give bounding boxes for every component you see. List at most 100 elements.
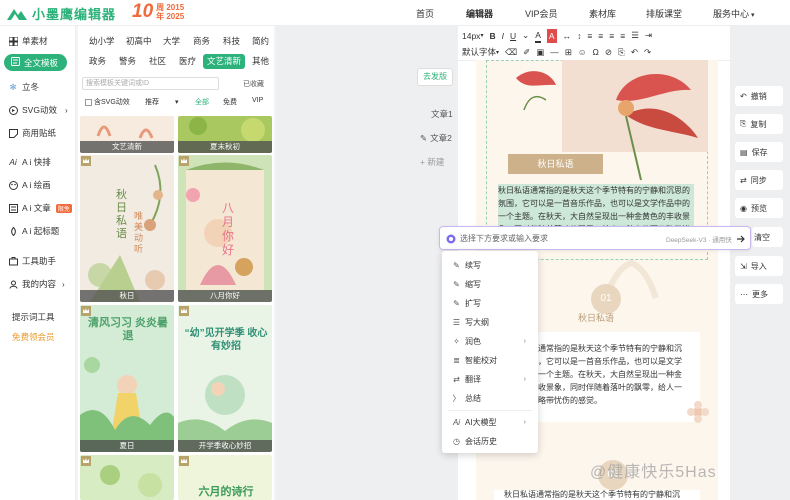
- nav-service[interactable]: 服务中心 ▾: [713, 7, 755, 20]
- sidebar-item-template[interactable]: 全文模板: [4, 54, 67, 71]
- menu-item-translate[interactable]: ⇄ 翻译 ›: [452, 374, 532, 385]
- import-button[interactable]: ⇲ 导入: [735, 256, 783, 276]
- paragraph-line[interactable]: 秋日私语通常指的是秋天这个季节特有的宁静和沉: [504, 488, 704, 500]
- category-tab[interactable]: 警务: [115, 54, 140, 69]
- align-center-icon[interactable]: ≡: [598, 29, 603, 43]
- redo-icon[interactable]: ↷: [644, 45, 651, 59]
- emoji-icon[interactable]: ☺: [578, 45, 587, 59]
- save-button[interactable]: ▤ 保存: [735, 142, 783, 162]
- ai-model-label[interactable]: DeepSeek-V3 · 通用快: [666, 234, 732, 244]
- template-search-input[interactable]: 搜索模板关键词或ID: [82, 77, 219, 90]
- paragraph-line[interactable]: 收景象，同时伴随着落叶的飘零，给人一: [538, 381, 696, 394]
- nav-library[interactable]: 素材库: [589, 7, 616, 20]
- sidebar-item-svg[interactable]: SVG动效 ›: [8, 103, 68, 117]
- image-icon[interactable]: ▣: [536, 45, 544, 59]
- copy-button[interactable]: ⎘ 复制: [735, 114, 783, 134]
- sidebar-item-ai-paint[interactable]: A i 绘画: [8, 178, 51, 192]
- menu-item-expand[interactable]: ✎ 扩写: [452, 298, 532, 309]
- sidebar-item-ai-layout[interactable]: Ai A i 快排: [8, 155, 51, 169]
- divider-icon[interactable]: —: [550, 45, 559, 59]
- paragraph-line[interactable]: 一个主题。在秋天，大自然呈现出一种金: [538, 368, 696, 381]
- ai-prompt-input[interactable]: 选择下方要求或输入要求 DeepSeek-V3 · 通用快: [439, 226, 751, 250]
- indent-icon[interactable]: ⇥: [645, 29, 652, 43]
- category-tab[interactable]: 简约: [248, 34, 273, 49]
- template-card[interactable]: 秋日私语 唯美动听 秋日: [80, 155, 174, 302]
- template-card[interactable]: 清风习习 炎炎暑退 夏日: [80, 305, 174, 452]
- category-tab-active[interactable]: 文艺清新: [203, 54, 246, 69]
- new-doc-button[interactable]: + 新建: [420, 156, 444, 168]
- category-tab[interactable]: 其他: [248, 54, 273, 69]
- free-vip-link[interactable]: 免费领会员: [12, 331, 55, 343]
- link-icon[interactable]: ⊘: [605, 45, 612, 59]
- font-family-select[interactable]: 默认字体 ▾: [462, 45, 499, 59]
- menu-item-proofread[interactable]: ≣ 智能校对: [452, 355, 532, 366]
- prompt-tools-link[interactable]: 提示词工具: [12, 311, 55, 323]
- menu-item-ai-model[interactable]: Ai AI大模型 ›: [452, 417, 532, 428]
- svg-filter-checkbox[interactable]: 含SVG动效: [85, 97, 130, 107]
- paragraph-line[interactable]: ，它可以是一首音乐作品，也可以是文学: [538, 355, 696, 368]
- sidebar-item-single[interactable]: 单素材: [8, 34, 48, 48]
- italic-icon[interactable]: I: [502, 29, 504, 43]
- symbol-icon[interactable]: Ω: [593, 45, 599, 59]
- list-icon[interactable]: ☰: [631, 29, 639, 43]
- nav-course[interactable]: 排版课堂: [646, 7, 682, 20]
- font-color-icon[interactable]: A: [535, 29, 541, 43]
- align-justify-icon[interactable]: ≡: [620, 29, 625, 43]
- format-painter-icon[interactable]: ✐: [523, 45, 530, 59]
- bold-icon[interactable]: B: [489, 29, 495, 43]
- filter-free[interactable]: 免费: [223, 97, 237, 107]
- paragraph-line[interactable]: 略带忧伤的感觉。: [538, 394, 696, 407]
- undo-button[interactable]: ↶ 撤销: [735, 86, 783, 106]
- sidebar-item-lidong[interactable]: ✻ 立冬: [8, 80, 39, 94]
- letter-spacing-icon[interactable]: ↔: [563, 29, 572, 43]
- sidebar-item-tools[interactable]: 工具助手: [8, 254, 56, 268]
- category-tab[interactable]: 初高中: [122, 34, 156, 49]
- filter-vip[interactable]: VIP: [252, 97, 263, 104]
- menu-item-shorten[interactable]: ✎ 缩写: [452, 279, 532, 290]
- doc-item-2[interactable]: ✎ 文章2: [420, 132, 452, 144]
- sort-select[interactable]: 推荐 ▾: [145, 97, 179, 107]
- menu-item-outline[interactable]: ☰ 写大纲: [452, 317, 532, 328]
- sync-button[interactable]: ⇄ 同步: [735, 170, 783, 190]
- template-card[interactable]: 八月你好 八月你好: [178, 155, 272, 302]
- nav-vip[interactable]: VIP会员: [525, 7, 558, 20]
- sidebar-item-ai-title[interactable]: A i 起标题: [8, 224, 59, 238]
- nav-editor[interactable]: 编辑器: [466, 7, 493, 20]
- underline-icon[interactable]: U: [510, 29, 516, 43]
- logo[interactable]: 小墨鹰编辑器: [6, 4, 116, 23]
- template-card[interactable]: “幼”见开学季 收心有妙招 开学季收心妙招: [178, 305, 272, 452]
- sidebar-item-sticker[interactable]: 商用贴纸: [8, 126, 56, 140]
- align-left-icon[interactable]: ≡: [587, 29, 592, 43]
- category-tab[interactable]: 政务: [85, 54, 110, 69]
- category-tab[interactable]: 医疗: [175, 54, 200, 69]
- template-card[interactable]: 六月的诗行: [178, 455, 272, 500]
- menu-item-polish[interactable]: ✧ 润色 ›: [452, 336, 532, 347]
- undo-icon[interactable]: ↶: [631, 45, 638, 59]
- sidebar-item-ai-article[interactable]: A i 文章 限免: [8, 201, 72, 215]
- preview-button[interactable]: ◉ 预览: [735, 198, 783, 218]
- nav-home[interactable]: 首页: [416, 7, 434, 20]
- filter-all[interactable]: 全部: [195, 97, 209, 107]
- eraser-icon[interactable]: ⌫: [505, 45, 517, 59]
- menu-item-history[interactable]: ◷ 会话历史: [452, 436, 532, 447]
- clear-button[interactable]: 清空: [752, 227, 783, 247]
- send-arrow-icon[interactable]: [736, 234, 746, 244]
- highlight-icon[interactable]: A: [546, 28, 557, 43]
- table-icon[interactable]: ⊞: [565, 45, 572, 59]
- template-card[interactable]: [80, 455, 174, 500]
- line-height-icon[interactable]: ↕: [577, 29, 581, 43]
- strikethrough-icon[interactable]: ⌄: [522, 29, 529, 43]
- collected-link[interactable]: 已收藏: [243, 79, 264, 89]
- menu-item-continue[interactable]: ✎ 续写: [452, 260, 532, 271]
- template-card[interactable]: 夏末秋初: [178, 116, 272, 153]
- category-tab[interactable]: 大学: [159, 34, 184, 49]
- template-card[interactable]: 文艺清新: [80, 116, 174, 153]
- category-tab[interactable]: 幼小学: [85, 34, 119, 49]
- sidebar-item-my-content[interactable]: 我的内容 ›: [8, 277, 65, 291]
- menu-item-summary[interactable]: 〉总结: [452, 393, 532, 404]
- more-button[interactable]: ⋯ 更多: [735, 284, 783, 304]
- category-tab[interactable]: 科技: [219, 34, 244, 49]
- font-size-select[interactable]: 14px ▾: [462, 29, 483, 43]
- category-tab[interactable]: 商务: [189, 34, 214, 49]
- doc-item-1[interactable]: 文章1: [420, 108, 453, 120]
